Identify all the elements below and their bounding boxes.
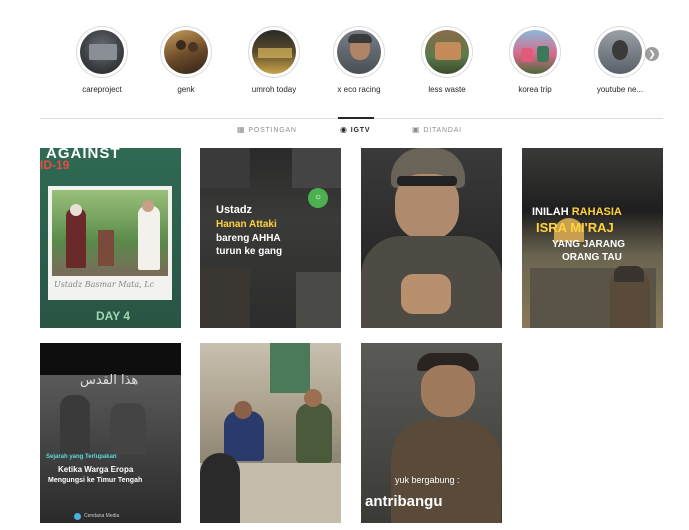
video-signature: Ustadz Basmar Mata, Lc: [54, 280, 155, 289]
highlight-ring: [248, 26, 300, 78]
highlight-thumbnail: [513, 30, 557, 74]
photo-frame: Ustadz Basmar Mata, Lc: [48, 186, 172, 300]
highlight-thumbnail: [252, 30, 296, 74]
highlight-genk[interactable]: genk: [146, 26, 226, 94]
video-title-word: INILAH: [532, 206, 569, 218]
video-title-line: yuk bergabung :: [395, 475, 460, 485]
brand-logo-icon: [74, 513, 81, 520]
highlight-thumbnail: [80, 30, 124, 74]
highlight-umroh-today[interactable]: umroh today: [234, 26, 314, 94]
video-title-line: INILAH RAHASIA: [532, 206, 622, 218]
igtv-video-tile[interactable]: INILAH RAHASIA ISRA MI'RAJ YANG JARANG O…: [522, 148, 663, 328]
highlight-ring: [509, 26, 561, 78]
highlight-label: korea trip: [518, 85, 552, 94]
video-title-line: ISRA MI'RAJ: [536, 220, 614, 235]
highlight-label: youtube ne...: [596, 85, 644, 94]
video-tag: Sejarah yang Terlupakan: [46, 454, 117, 460]
tab-igtv[interactable]: ◉ IGTV: [340, 126, 370, 134]
video-title-line: bareng AHHA: [216, 233, 281, 244]
igtv-video-tile[interactable]: AGAINST ID-19 Ustadz Basmar Mata, Lc DAY…: [40, 148, 181, 328]
igtv-video-tile[interactable]: [361, 148, 502, 328]
igtv-video-tile[interactable]: yuk bergabung : antribangu: [361, 343, 502, 523]
highlight-label: careproject: [82, 85, 122, 94]
highlight-label: x eco racing: [337, 85, 381, 94]
story-highlights: careproject genk umroh today x eco racin…: [62, 26, 662, 96]
video-title-line: turun ke gang: [216, 246, 283, 257]
highlight-thumbnail: [164, 30, 208, 74]
highlight-korea-trip[interactable]: korea trip: [495, 26, 575, 94]
profile-tabs: ▦ POSTINGAN ◉ IGTV ▣ DITANDAI: [40, 126, 663, 140]
tab-label: POSTINGAN: [248, 126, 297, 134]
active-tab-indicator: [338, 117, 374, 119]
video-arabic-title: هذا القدس: [80, 373, 139, 388]
tab-postingan[interactable]: ▦ POSTINGAN: [237, 126, 297, 134]
video-title-line: ORANG TAU: [562, 252, 622, 263]
profile-page: careproject genk umroh today x eco racin…: [0, 0, 689, 530]
video-thumbnail: [522, 148, 663, 328]
highlight-label: genk: [177, 85, 195, 94]
badge-icon: ○: [308, 188, 328, 208]
highlight-label: umroh today: [251, 85, 297, 94]
highlight-ring: [594, 26, 646, 78]
video-thumbnail: [361, 148, 502, 328]
highlight-ring: [421, 26, 473, 78]
video-thumbnail: [40, 343, 181, 523]
highlight-ring: [76, 26, 128, 78]
highlight-thumbnail: [337, 30, 381, 74]
video-subtitle: ID-19: [40, 158, 70, 172]
highlight-ring: [333, 26, 385, 78]
igtv-video-tile[interactable]: هذا القدس Sejarah yang Terlupakan Ketika…: [40, 343, 181, 523]
tab-label: IGTV: [350, 126, 371, 134]
video-title-line: Mengungsi ke Timur Tengah: [48, 477, 143, 484]
highlight-careproject[interactable]: careproject: [62, 26, 142, 94]
tab-label: DITANDAI: [423, 126, 462, 134]
grid-icon: ▦: [237, 125, 246, 134]
video-title-line: YANG JARANG: [552, 239, 625, 250]
video-thumbnail: [200, 343, 341, 523]
igtv-video-tile[interactable]: ○ Ustadz Hanan Attaki bareng AHHA turun …: [200, 148, 341, 328]
tab-ditandai[interactable]: ▣ DITANDAI: [412, 126, 462, 134]
highlight-x-eco-racing[interactable]: x eco racing: [319, 26, 399, 94]
igtv-video-tile[interactable]: [200, 343, 341, 523]
igtv-icon: ◉: [340, 125, 348, 134]
highlight-label: less waste: [428, 85, 466, 94]
next-highlights-arrow-icon[interactable]: ❯: [645, 47, 659, 61]
video-title-line: antribangu: [365, 493, 443, 510]
video-title-highlight: RAHASIA: [571, 206, 622, 218]
video-title-line: Ketika Warga Eropa: [58, 465, 134, 474]
tagged-icon: ▣: [412, 125, 421, 134]
video-title-line: Hanan Attaki: [216, 219, 277, 230]
highlight-ring: [160, 26, 212, 78]
highlight-less-waste[interactable]: less waste: [407, 26, 487, 94]
brand-name: Cendana Media: [84, 513, 120, 519]
video-day-label: DAY 4: [96, 309, 131, 323]
highlight-thumbnail: [425, 30, 469, 74]
highlight-thumbnail: [598, 30, 642, 74]
video-title-line: Ustadz: [216, 204, 253, 216]
